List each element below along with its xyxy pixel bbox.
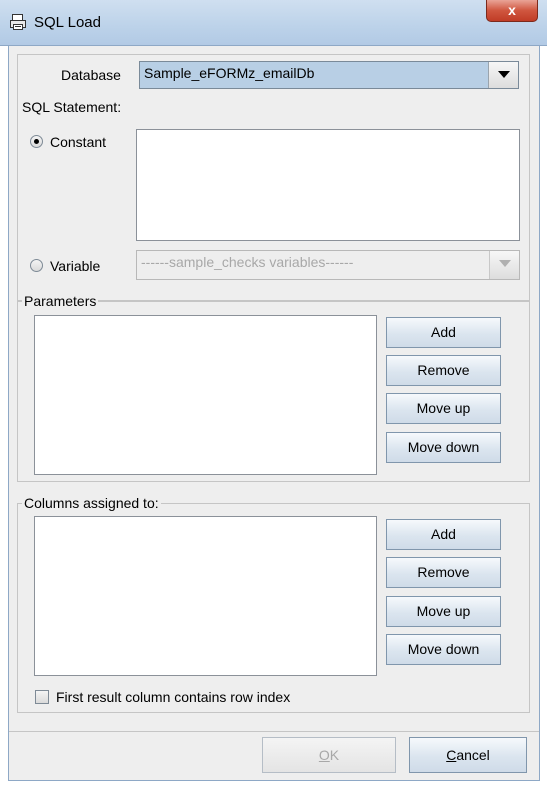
database-selected-value: Sample_eFORMz_emailDb — [144, 65, 315, 81]
parameters-list[interactable] — [34, 315, 377, 475]
parameters-remove-button[interactable]: Remove — [386, 355, 501, 386]
parameters-move-down-button[interactable]: Move down — [386, 432, 501, 463]
parameters-add-button[interactable]: Add — [386, 317, 501, 348]
close-button[interactable]: x — [486, 0, 538, 22]
variable-label[interactable]: Variable — [50, 258, 100, 274]
columns-legend: Columns assigned to: — [22, 495, 161, 511]
parameters-group: Parameters Add Remove Move up Move down — [17, 293, 530, 482]
variable-radio[interactable] — [30, 259, 43, 272]
chevron-down-icon[interactable] — [489, 251, 519, 279]
cancel-mnemonic: C — [446, 747, 457, 763]
variable-selected-value: ------sample_checks variables------ — [141, 254, 354, 270]
sql-group: Database Sample_eFORMz_emailDb SQL State… — [17, 54, 530, 301]
print-icon — [10, 14, 26, 30]
close-icon: x — [508, 2, 516, 18]
parameters-move-up-button[interactable]: Move up — [386, 393, 501, 424]
cancel-label-rest: ancel — [456, 747, 490, 763]
footer-divider — [9, 731, 539, 732]
columns-group: Columns assigned to: Add Remove Move up … — [17, 495, 530, 713]
constant-label[interactable]: Constant — [50, 134, 106, 150]
columns-add-button[interactable]: Add — [386, 519, 501, 550]
sql-constant-textarea[interactable] — [136, 129, 520, 241]
database-select[interactable]: Sample_eFORMz_emailDb — [139, 61, 519, 89]
ok-button[interactable]: OK — [262, 737, 396, 773]
variable-select[interactable]: ------sample_checks variables------ — [136, 250, 520, 280]
cancel-button[interactable]: Cancel — [409, 737, 527, 773]
chevron-down-icon[interactable] — [488, 62, 518, 88]
title-bar[interactable]: SQL Load x — [0, 0, 547, 46]
columns-list[interactable] — [34, 516, 377, 676]
sql-statement-label: SQL Statement: — [22, 99, 122, 115]
window-title: SQL Load — [34, 14, 101, 31]
ok-mnemonic: O — [318, 747, 330, 763]
columns-move-up-button[interactable]: Move up — [386, 596, 501, 627]
constant-radio[interactable] — [30, 135, 43, 148]
ok-label-rest: K — [329, 747, 340, 763]
columns-remove-button[interactable]: Remove — [386, 557, 501, 588]
columns-move-down-button[interactable]: Move down — [386, 634, 501, 665]
database-label: Database — [61, 67, 121, 83]
dialog-body: Database Sample_eFORMz_emailDb SQL State… — [8, 46, 540, 781]
row-index-checkbox[interactable] — [35, 690, 49, 704]
parameters-legend: Parameters — [22, 293, 99, 309]
row-index-checkbox-label[interactable]: First result column contains row index — [56, 689, 290, 705]
